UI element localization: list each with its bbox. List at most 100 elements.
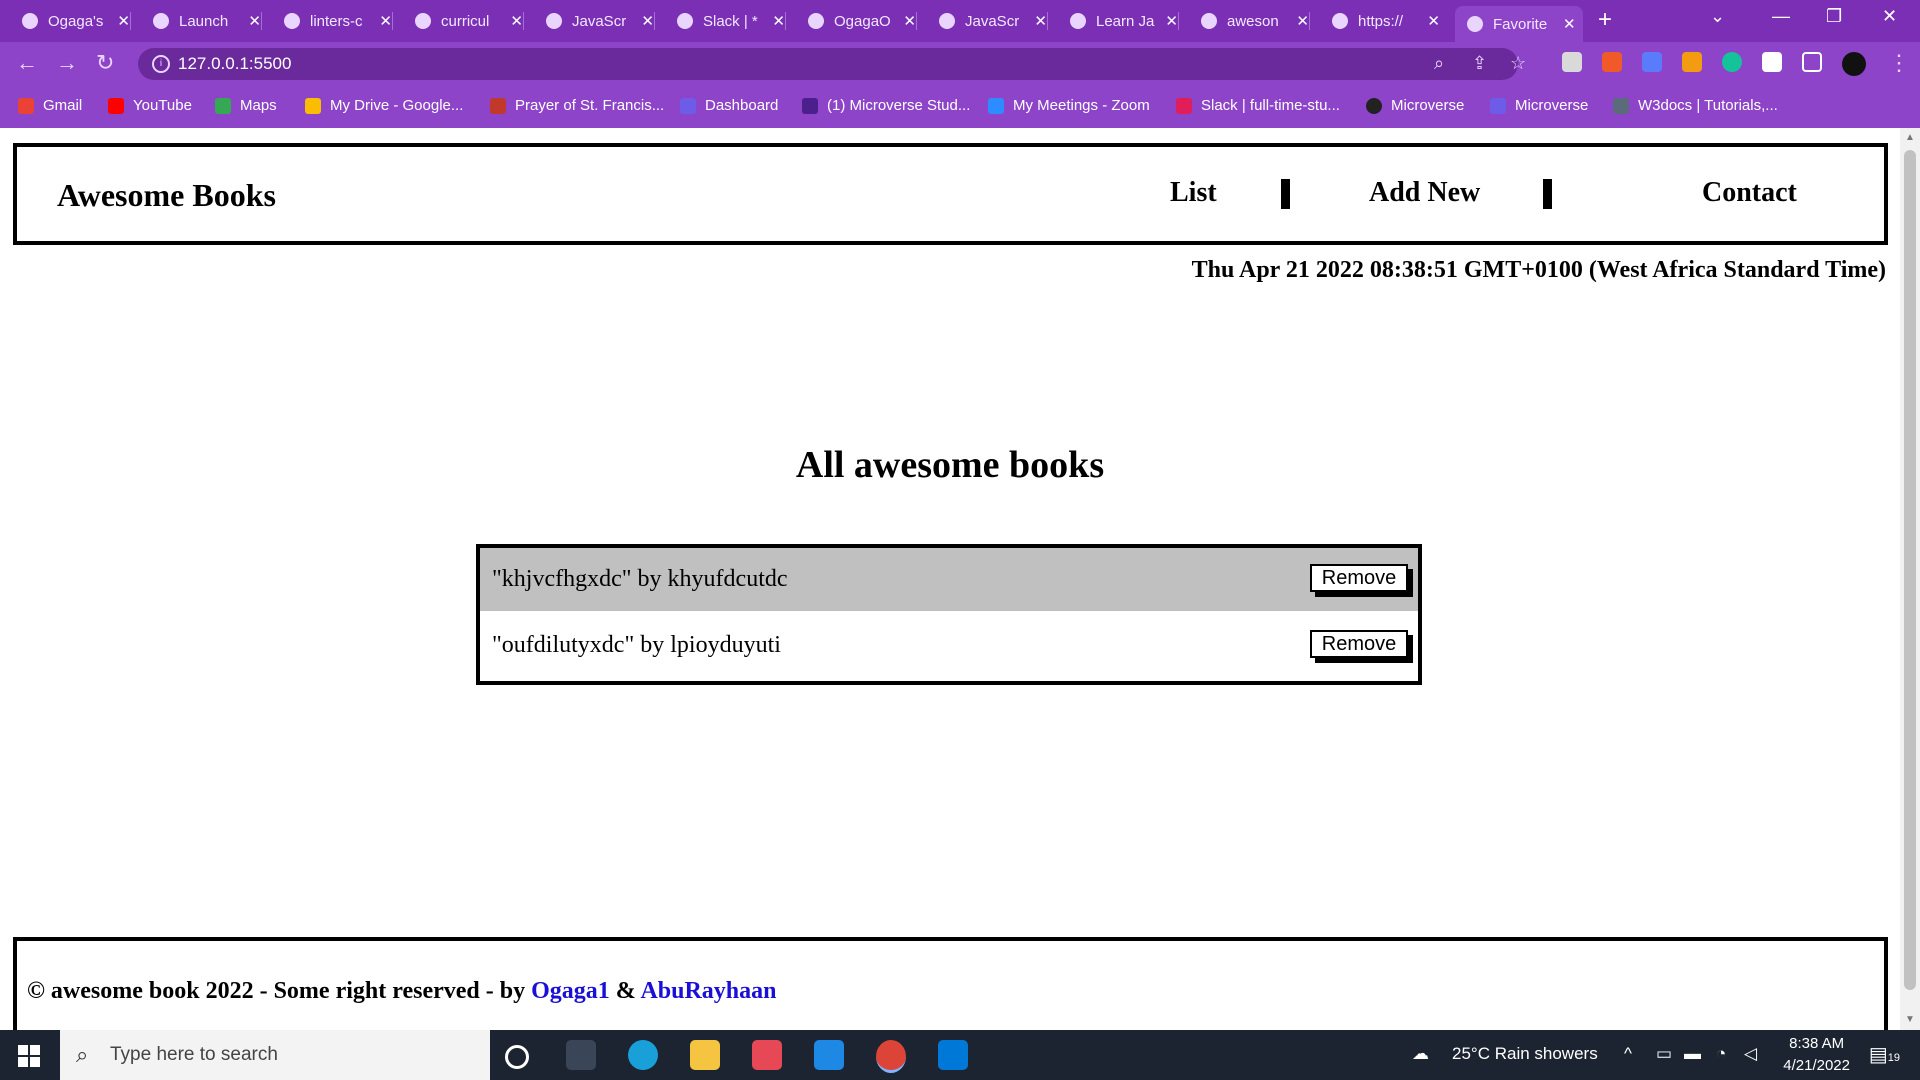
meet-now-icon[interactable]: ▭ <box>1656 1044 1672 1064</box>
bookmark-microverse-students[interactable]: (1) Microverse Stud... <box>802 97 970 114</box>
tab-title: JavaScr <box>965 12 1020 30</box>
chrome-icon[interactable] <box>876 1040 906 1073</box>
bookmark-maps[interactable]: Maps <box>215 97 277 114</box>
chevron-up-icon[interactable]: ^ <box>1624 1044 1632 1064</box>
zoom-video-icon <box>988 97 1004 114</box>
close-icon[interactable]: ✕ <box>772 12 785 30</box>
task-view-icon[interactable] <box>566 1040 596 1070</box>
nav-add-new-link[interactable]: Add New <box>1369 177 1480 209</box>
edge-icon[interactable] <box>628 1040 658 1070</box>
zoom-icon[interactable]: ⌕ <box>1434 53 1444 74</box>
bookmark-dashboard[interactable]: Dashboard <box>680 97 778 114</box>
bookmark-zoom[interactable]: My Meetings - Zoom <box>988 97 1150 114</box>
youtube-icon <box>108 97 124 114</box>
tab-search-icon[interactable]: ⌄ <box>1710 6 1725 27</box>
back-icon[interactable]: ← <box>16 50 38 76</box>
menu-kebab-icon[interactable]: ⋮ <box>1888 50 1910 76</box>
search-placeholder[interactable]: Type here to search <box>110 1044 278 1066</box>
nav-contact-link[interactable]: Contact <box>1702 177 1797 209</box>
restore-icon[interactable]: ❐ <box>1826 6 1842 27</box>
close-icon[interactable]: ✕ <box>1427 12 1440 30</box>
tab-favicon-icon <box>546 13 562 29</box>
tab-favicon-icon <box>415 13 431 29</box>
bookmark-w3docs[interactable]: W3docs | Tutorials,... <box>1613 97 1778 114</box>
remove-button[interactable]: Remove <box>1310 630 1408 658</box>
reload-icon[interactable]: ↻ <box>96 50 114 76</box>
file-explorer-icon[interactable] <box>690 1040 720 1070</box>
scrollbar-thumb[interactable] <box>1904 150 1916 990</box>
cortana-icon[interactable] <box>505 1045 529 1069</box>
close-icon[interactable]: ✕ <box>641 12 654 30</box>
browser-tab-active[interactable]: Favorite ✕ <box>1455 6 1583 42</box>
microsoft-store-icon[interactable] <box>752 1040 782 1070</box>
new-tab-button[interactable]: + <box>1598 6 1612 34</box>
close-icon[interactable]: ✕ <box>1034 12 1047 30</box>
close-icon[interactable]: ✕ <box>1296 12 1309 30</box>
browser-tab[interactable]: Launch ✕ <box>141 6 262 36</box>
brand-title: Awesome Books <box>57 177 276 213</box>
share-icon[interactable]: ⇪ <box>1472 53 1487 74</box>
bookmark-drive[interactable]: My Drive - Google... <box>305 97 463 114</box>
author-link-aburayhaan[interactable]: AbuRayhaan <box>640 978 776 1004</box>
close-icon[interactable]: ✕ <box>1563 15 1576 33</box>
bookmark-star-icon[interactable]: ☆ <box>1510 53 1526 74</box>
bookmark-youtube[interactable]: YouTube <box>108 97 192 114</box>
volume-icon[interactable]: ◁ <box>1744 1044 1757 1064</box>
site-info-icon[interactable]: i <box>152 55 170 73</box>
side-panel-icon[interactable] <box>1802 52 1822 72</box>
extension-icon[interactable] <box>1682 52 1702 72</box>
browser-tab[interactable]: https:// ✕ <box>1320 6 1440 36</box>
footer-joiner: & <box>609 978 641 1004</box>
weather-icon[interactable]: ☁ <box>1412 1044 1429 1064</box>
close-icon[interactable]: ✕ <box>117 12 130 30</box>
system-clock[interactable]: 8:38 AM 4/21/2022 <box>1783 1033 1850 1077</box>
taskbar-search-box[interactable]: ⌕ Type here to search <box>60 1030 490 1080</box>
puzzle-extensions-icon[interactable] <box>1762 52 1782 72</box>
close-icon[interactable]: ✕ <box>379 12 392 30</box>
scroll-down-icon[interactable]: ▼ <box>1905 1014 1915 1025</box>
close-icon[interactable]: ✕ <box>903 12 916 30</box>
nav-list-link[interactable]: List <box>1170 177 1217 209</box>
browser-tab[interactable]: Learn Ja ✕ <box>1058 6 1179 36</box>
browser-tab[interactable]: Ogaga's ✕ <box>10 6 131 36</box>
forward-icon[interactable]: → <box>56 50 78 76</box>
remove-button[interactable]: Remove <box>1310 564 1408 592</box>
weather-text[interactable]: 25°C Rain showers <box>1452 1044 1598 1064</box>
address-bar[interactable]: i 127.0.0.1:5500 ⌕ ⇪ ☆ <box>138 48 1526 80</box>
bookmark-microverse[interactable]: Microverse <box>1490 97 1588 114</box>
close-icon[interactable]: ✕ <box>510 12 523 30</box>
window-close-icon[interactable]: ✕ <box>1882 6 1897 27</box>
notification-center-icon[interactable]: ▤19 <box>1869 1042 1900 1067</box>
page-scrollbar[interactable]: ▲ ▼ <box>1900 128 1920 1030</box>
vscode-icon[interactable] <box>938 1040 968 1070</box>
browser-tab[interactable]: curricul ✕ <box>403 6 524 36</box>
profile-avatar[interactable] <box>1842 52 1866 76</box>
mail-icon[interactable] <box>814 1040 844 1070</box>
browser-tab[interactable]: linters-c ✕ <box>272 6 393 36</box>
wifi-icon[interactable]: ◔ <box>1716 1044 1726 1064</box>
author-link-ogaga1[interactable]: Ogaga1 <box>531 978 610 1004</box>
bookmark-gmail[interactable]: Gmail <box>18 97 82 114</box>
browser-tab[interactable]: aweson ✕ <box>1189 6 1310 36</box>
close-icon[interactable]: ✕ <box>1165 12 1178 30</box>
extension-icon[interactable] <box>1602 52 1622 72</box>
battery-icon[interactable]: ▬ <box>1684 1044 1701 1064</box>
url-text[interactable]: 127.0.0.1:5500 <box>178 54 291 74</box>
extension-badge-icon[interactable] <box>1642 52 1662 72</box>
bookmark-label: Microverse <box>1391 97 1465 114</box>
bookmark-prayer[interactable]: Prayer of St. Francis... <box>490 97 664 114</box>
bookmark-microverse-github[interactable]: Microverse <box>1366 97 1464 114</box>
browser-tab[interactable]: Slack | * ✕ <box>665 6 786 36</box>
extension-pen-icon[interactable] <box>1562 52 1582 72</box>
windows-start-icon[interactable] <box>18 1045 40 1067</box>
minimize-icon[interactable]: — <box>1772 6 1790 27</box>
bookmark-label: W3docs | Tutorials,... <box>1638 97 1778 114</box>
browser-tab[interactable]: JavaScr ✕ <box>534 6 655 36</box>
tab-favicon-icon <box>1201 13 1217 29</box>
grammarly-icon[interactable] <box>1722 52 1742 72</box>
close-icon[interactable]: ✕ <box>248 12 261 30</box>
scroll-up-icon[interactable]: ▲ <box>1905 132 1915 143</box>
bookmark-slack[interactable]: Slack | full-time-stu... <box>1176 97 1340 114</box>
browser-tab[interactable]: OgagaO ✕ <box>796 6 917 36</box>
browser-tab[interactable]: JavaScr ✕ <box>927 6 1048 36</box>
